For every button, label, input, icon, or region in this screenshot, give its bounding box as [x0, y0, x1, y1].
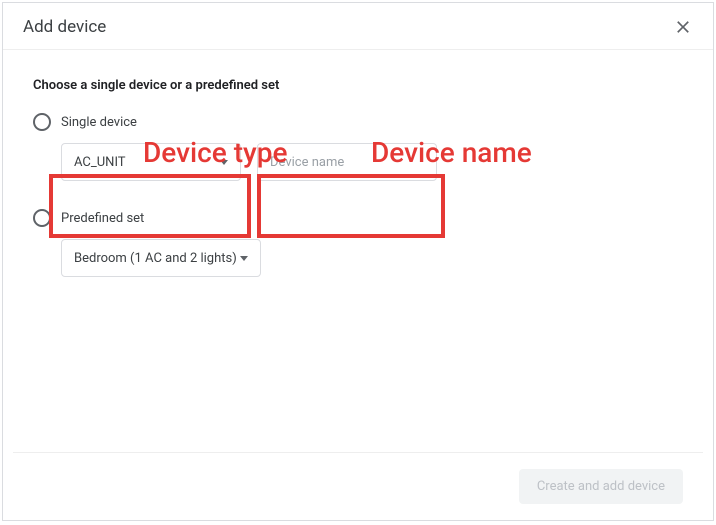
predefined-set-label: Predefined set — [61, 211, 144, 226]
add-device-dialog: Add device Choose a single device or a p… — [2, 2, 714, 521]
device-name-input[interactable] — [257, 143, 437, 181]
chevron-down-icon — [240, 256, 248, 261]
radio-predefined-set[interactable] — [33, 209, 51, 227]
content-subtitle: Choose a single device or a predefined s… — [33, 78, 683, 93]
single-device-fields: AC_UNIT — [61, 143, 683, 181]
dialog-footer: Create and add device — [13, 452, 703, 520]
device-type-value: AC_UNIT — [74, 155, 220, 170]
dialog-header: Add device — [3, 3, 713, 50]
predefined-preset-value: Bedroom (1 AC and 2 lights) — [74, 251, 240, 266]
device-type-select[interactable]: AC_UNIT — [61, 143, 241, 181]
predefined-fields: Bedroom (1 AC and 2 lights) — [61, 239, 683, 277]
predefined-set-option[interactable]: Predefined set — [33, 209, 683, 227]
predefined-section: Predefined set Bedroom (1 AC and 2 light… — [33, 209, 683, 277]
chevron-down-icon — [220, 160, 228, 165]
dialog-title: Add device — [23, 17, 106, 37]
radio-single-device[interactable] — [33, 113, 51, 131]
create-add-device-button[interactable]: Create and add device — [519, 469, 683, 504]
single-device-option[interactable]: Single device — [33, 113, 683, 131]
close-icon[interactable] — [673, 17, 693, 37]
single-device-label: Single device — [61, 115, 137, 130]
predefined-preset-select[interactable]: Bedroom (1 AC and 2 lights) — [61, 239, 261, 277]
dialog-content: Choose a single device or a predefined s… — [3, 50, 713, 452]
